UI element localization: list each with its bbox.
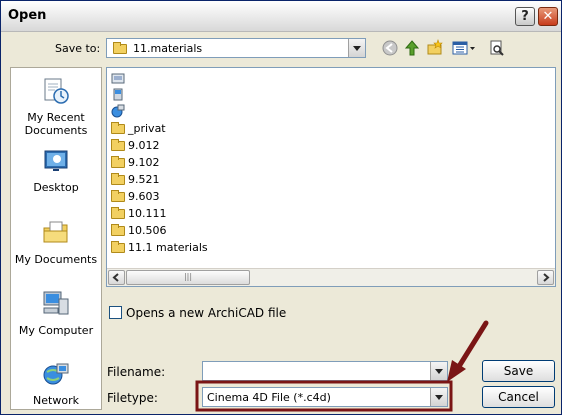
annotation-overlay: [195, 320, 489, 412]
annotation-arrow-shaft: [455, 320, 489, 371]
highlight-box: [195, 380, 453, 412]
